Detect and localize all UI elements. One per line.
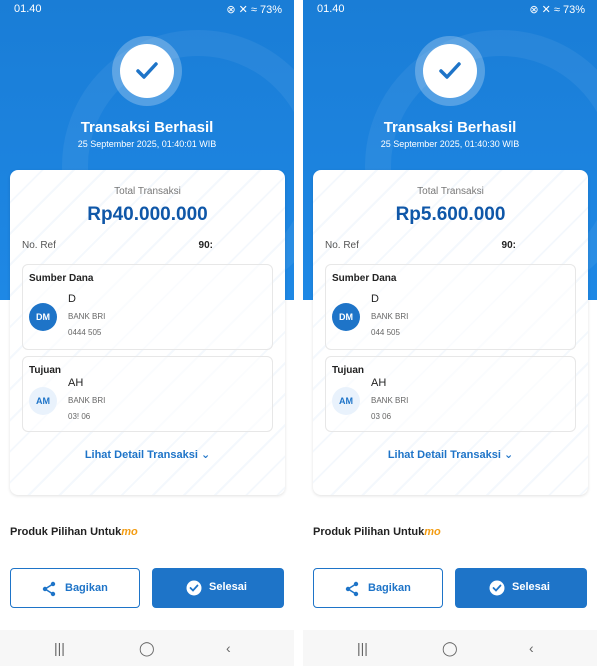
source-avatar: DM xyxy=(332,303,360,331)
transaction-card: Total Transaksi Rp5.600.000 No. Ref 90: … xyxy=(313,170,588,495)
share-button[interactable]: Bagikan xyxy=(313,568,443,608)
destination-heading: Tujuan xyxy=(29,365,62,376)
destination-bank: BANK BRI xyxy=(68,396,106,405)
source-name: D xyxy=(68,293,76,305)
share-label: Bagikan xyxy=(65,582,108,594)
destination-account-box: Tujuan AM AH BANK BRI 03! 06 xyxy=(22,356,273,432)
mo-logo: mo xyxy=(121,526,138,538)
transaction-datetime: 25 September 2025, 01:40:30 WIB xyxy=(380,139,520,149)
status-bar: 01.40 ⊗ ✕ ≈ 73% xyxy=(0,0,294,18)
total-amount: Rp5.600.000 xyxy=(395,204,506,225)
status-indicators: ⊗ ✕ ≈ 73% xyxy=(529,4,585,16)
screen-divider xyxy=(294,0,303,666)
source-heading: Sumber Dana xyxy=(29,273,94,284)
home-icon[interactable]: ◯ xyxy=(442,640,458,657)
success-check-badge xyxy=(423,44,477,98)
ref-label: No. Ref xyxy=(325,240,359,251)
share-icon xyxy=(345,581,359,597)
total-label: Total Transaksi xyxy=(417,186,484,197)
status-time: 01.40 xyxy=(317,3,345,15)
status-indicators: ⊗ ✕ ≈ 73% xyxy=(226,4,282,16)
source-heading: Sumber Dana xyxy=(332,273,397,284)
phone-screen-right: 01.40 ⊗ ✕ ≈ 73% Transaksi Berhasil 25 Se… xyxy=(303,0,597,666)
check-icon xyxy=(439,62,461,79)
status-bar: 01.40 ⊗ ✕ ≈ 73% xyxy=(303,0,597,18)
source-account-number: 044 505 xyxy=(371,328,400,337)
destination-name: AH xyxy=(371,377,387,389)
done-label: Selesai xyxy=(512,581,550,593)
back-icon[interactable]: ‹ xyxy=(226,640,231,656)
ref-value: 90: xyxy=(198,240,213,251)
product-title-text: Produk Pilihan Untuk xyxy=(10,526,122,538)
transaction-datetime: 25 September 2025, 01:40:01 WIB xyxy=(77,139,217,149)
source-account-box: Sumber Dana DM D BANK BRI 0444 505 xyxy=(22,264,273,350)
destination-bank: BANK BRI xyxy=(371,396,409,405)
mo-logo: mo xyxy=(424,526,441,538)
check-icon xyxy=(136,62,158,79)
source-account-box: Sumber Dana DM D BANK BRI 044 505 xyxy=(325,264,576,350)
back-icon[interactable]: ‹ xyxy=(529,640,534,656)
total-label: Total Transaksi xyxy=(114,186,181,197)
view-detail-link[interactable]: Lihat Detail Transaksi ⌄ xyxy=(10,448,285,461)
android-nav-bar: ||| ◯ ‹ xyxy=(303,630,597,666)
destination-account-box: Tujuan AM AH BANK BRI 03 06 xyxy=(325,356,576,432)
recent-apps-icon[interactable]: ||| xyxy=(54,640,65,656)
done-button[interactable]: Selesai xyxy=(152,568,284,608)
view-detail-link[interactable]: Lihat Detail Transaksi ⌄ xyxy=(313,448,588,461)
share-label: Bagikan xyxy=(368,582,411,594)
android-nav-bar: ||| ◯ ‹ xyxy=(0,630,294,666)
destination-avatar: AM xyxy=(29,387,57,415)
product-section-title: Produk Pilihan Untukmo xyxy=(313,526,441,538)
product-section-title: Produk Pilihan Untukmo xyxy=(10,526,138,538)
done-button[interactable]: Selesai xyxy=(455,568,587,608)
source-bank: BANK BRI xyxy=(371,312,409,321)
source-account-number: 0444 505 xyxy=(68,328,102,337)
destination-account-number: 03! 06 xyxy=(68,412,91,421)
ref-label: No. Ref xyxy=(22,240,56,251)
check-circle-icon xyxy=(186,580,202,596)
status-time: 01.40 xyxy=(14,3,42,15)
source-bank: BANK BRI xyxy=(68,312,106,321)
share-icon xyxy=(42,581,56,597)
check-circle-icon xyxy=(489,580,505,596)
source-avatar: DM xyxy=(29,303,57,331)
destination-name: AH xyxy=(68,377,84,389)
success-title: Transaksi Berhasil xyxy=(80,119,214,136)
success-title: Transaksi Berhasil xyxy=(383,119,517,136)
destination-heading: Tujuan xyxy=(332,365,365,376)
done-label: Selesai xyxy=(209,581,247,593)
destination-account-number: 03 06 xyxy=(371,412,392,421)
source-name: D xyxy=(371,293,379,305)
phone-screen-left: 01.40 ⊗ ✕ ≈ 73% Transaksi Berhasil 25 Se… xyxy=(0,0,294,666)
total-amount: Rp40.000.000 xyxy=(87,204,208,225)
recent-apps-icon[interactable]: ||| xyxy=(357,640,368,656)
ref-value: 90: xyxy=(501,240,516,251)
product-title-text: Produk Pilihan Untuk xyxy=(313,526,425,538)
destination-avatar: AM xyxy=(332,387,360,415)
home-icon[interactable]: ◯ xyxy=(139,640,155,657)
success-check-badge xyxy=(120,44,174,98)
transaction-card: Total Transaksi Rp40.000.000 No. Ref 90:… xyxy=(10,170,285,495)
share-button[interactable]: Bagikan xyxy=(10,568,140,608)
